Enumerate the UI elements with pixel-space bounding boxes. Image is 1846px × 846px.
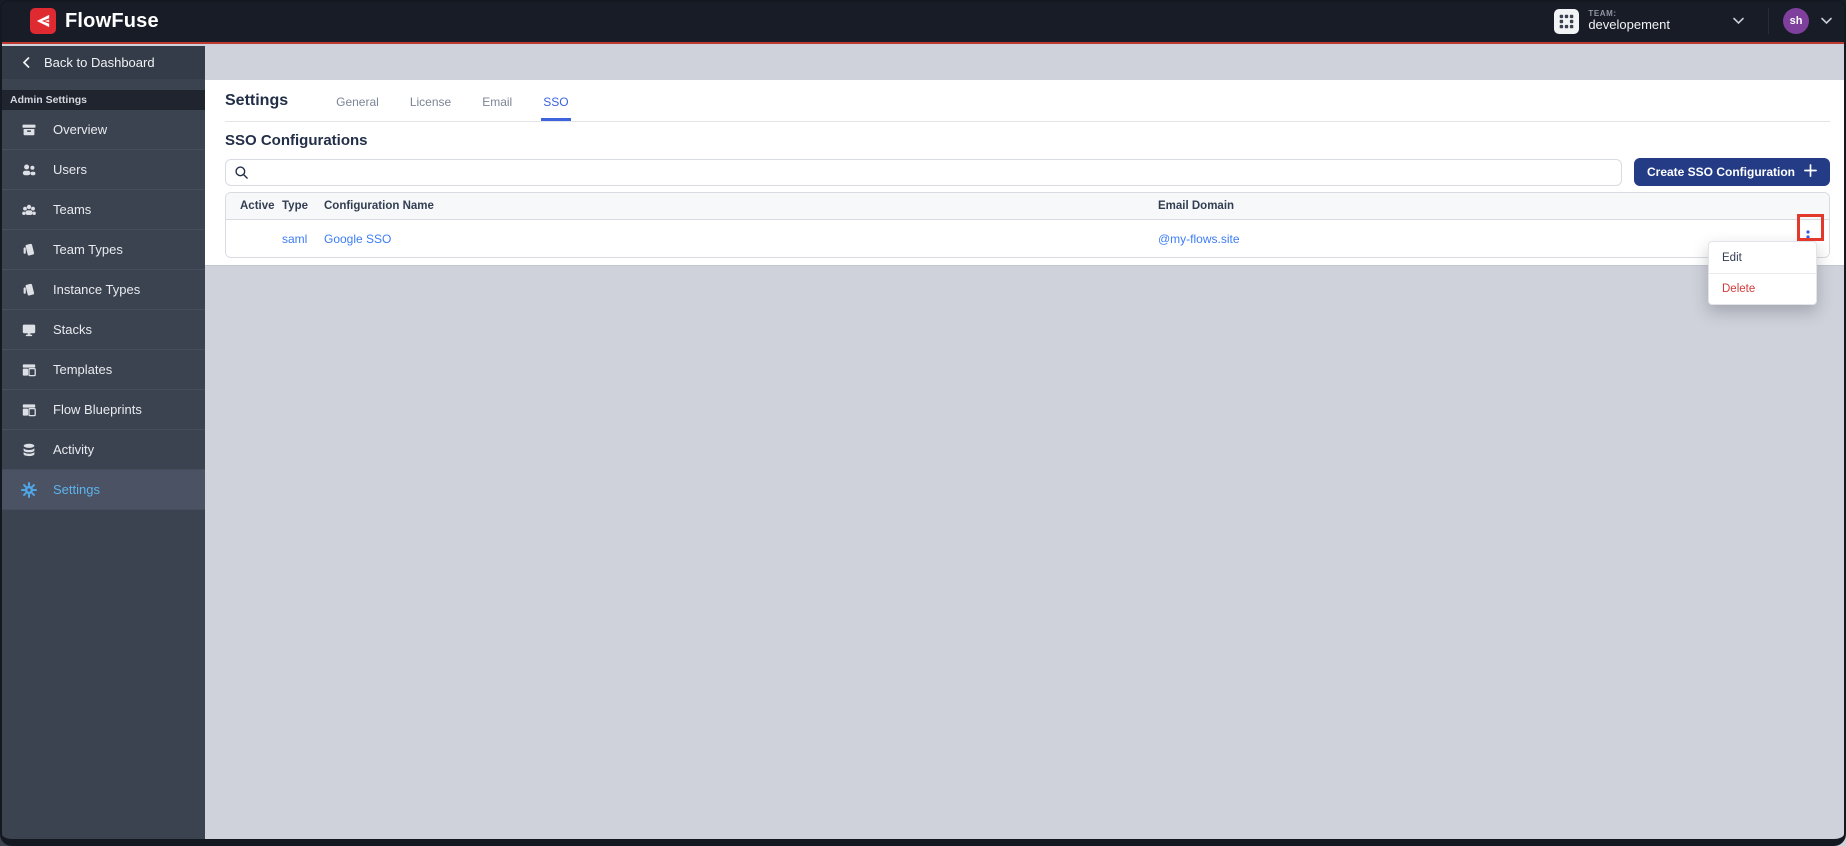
sidebar-item-label: Team Types bbox=[53, 242, 123, 257]
sidebar-item-users[interactable]: Users bbox=[0, 150, 205, 190]
column-header-type: Type bbox=[282, 200, 308, 212]
team-types-icon bbox=[21, 242, 37, 258]
activity-icon bbox=[21, 442, 37, 458]
sidebar-item-label: Activity bbox=[53, 442, 95, 457]
sidebar-item-label: Instance Types bbox=[53, 282, 141, 297]
sidebar-item-label: Teams bbox=[53, 202, 92, 217]
team-chevron-down-icon bbox=[1733, 17, 1744, 25]
row-context-menu: Edit Delete bbox=[1708, 241, 1817, 305]
create-sso-configuration-button[interactable]: Create SSO Configuration bbox=[1633, 158, 1830, 186]
team-selector[interactable]: TEAM: developement bbox=[1548, 8, 1750, 34]
user-avatar: sh bbox=[1783, 8, 1809, 34]
cell-configuration-name[interactable]: Google SSO bbox=[324, 232, 1158, 246]
context-menu-item-delete[interactable]: Delete bbox=[1709, 273, 1816, 304]
admin-sidebar: Back to Dashboard Admin Settings Overvie… bbox=[0, 46, 205, 846]
user-menu[interactable]: sh bbox=[1768, 8, 1832, 34]
tab-email[interactable]: Email bbox=[480, 80, 514, 121]
table-body: saml Google SSO @my-flows.site bbox=[226, 220, 1829, 257]
stacks-icon bbox=[21, 322, 37, 338]
section-title: SSO Configurations bbox=[225, 132, 368, 149]
context-menu-item-edit[interactable]: Edit bbox=[1709, 242, 1816, 273]
tab-general[interactable]: General bbox=[334, 80, 381, 121]
column-header-email-domain: Email Domain bbox=[1158, 200, 1235, 212]
settings-tabs-row: Settings General License Email SSO bbox=[225, 80, 1830, 122]
sidebar-item-team-types[interactable]: Team Types bbox=[0, 230, 205, 270]
team-name: developement bbox=[1588, 17, 1670, 33]
table-header-row: Active Type Configuration Name Email Domain bbox=[226, 193, 1829, 220]
plus-icon bbox=[1804, 164, 1817, 180]
table-controls: Create SSO Configuration bbox=[225, 158, 1830, 186]
sso-configurations-table: Active Type Configuration Name Email Domain… bbox=[225, 192, 1830, 258]
sidebar-item-label: Overview bbox=[53, 122, 108, 137]
user-chevron-down-icon bbox=[1821, 17, 1832, 25]
search-wrap bbox=[225, 158, 1622, 186]
sidebar-item-label: Stacks bbox=[53, 322, 93, 337]
sidebar-item-activity[interactable]: Activity bbox=[0, 430, 205, 470]
page-title: Settings bbox=[225, 91, 289, 109]
flow-blueprints-icon bbox=[21, 402, 37, 418]
teams-icon bbox=[21, 202, 37, 218]
sidebar-item-flow-blueprints[interactable]: Flow Blueprints bbox=[0, 390, 205, 430]
tab-bar: General License Email SSO bbox=[334, 80, 597, 121]
sidebar-item-label: Settings bbox=[53, 482, 100, 497]
team-avatar-icon bbox=[1554, 8, 1580, 34]
chevron-left-icon bbox=[22, 57, 30, 68]
instance-types-icon bbox=[21, 282, 37, 298]
sidebar-item-teams[interactable]: Teams bbox=[0, 190, 205, 230]
templates-icon bbox=[21, 362, 37, 378]
sidebar-item-instance-types[interactable]: Instance Types bbox=[0, 270, 205, 310]
admin-settings-section-label: Admin Settings bbox=[0, 90, 205, 110]
settings-icon bbox=[21, 481, 37, 498]
table-row[interactable]: saml Google SSO @my-flows.site bbox=[226, 220, 1829, 257]
search-icon bbox=[234, 165, 249, 185]
top-header: FlowFuse TEAM: developement sh bbox=[0, 0, 1846, 44]
sidebar-item-label: Flow Blueprints bbox=[53, 402, 142, 417]
cell-email-domain[interactable]: @my-flows.site bbox=[1158, 232, 1718, 246]
sidebar-nav: Overview Users Teams Team Types Instance Typ… bbox=[0, 110, 205, 510]
sidebar-item-label: Templates bbox=[53, 362, 113, 377]
search-input[interactable] bbox=[225, 158, 1622, 186]
back-to-dashboard[interactable]: Back to Dashboard bbox=[0, 46, 205, 79]
settings-panel: Settings General License Email SSO SSO Conf… bbox=[205, 80, 1846, 266]
users-icon bbox=[21, 162, 37, 178]
column-header-active: Active bbox=[240, 200, 275, 212]
create-sso-configuration-label: Create SSO Configuration bbox=[1646, 165, 1795, 179]
sidebar-item-settings[interactable]: Settings bbox=[0, 470, 205, 510]
tab-license[interactable]: License bbox=[408, 80, 453, 121]
column-header-configuration-name: Configuration Name bbox=[324, 200, 434, 212]
flowfuse-brand[interactable]: FlowFuse bbox=[30, 8, 159, 34]
sidebar-item-templates[interactable]: Templates bbox=[0, 350, 205, 390]
flowfuse-logo-icon bbox=[30, 8, 56, 34]
sidebar-item-label: Users bbox=[53, 162, 87, 177]
back-to-dashboard-label: Back to Dashboard bbox=[44, 55, 155, 70]
cell-type[interactable]: saml bbox=[282, 232, 324, 246]
sidebar-item-overview[interactable]: Overview bbox=[0, 110, 205, 150]
tab-sso[interactable]: SSO bbox=[541, 80, 571, 121]
sidebar-item-stacks[interactable]: Stacks bbox=[0, 310, 205, 350]
overview-icon bbox=[21, 122, 37, 138]
brand-name: FlowFuse bbox=[65, 9, 159, 32]
